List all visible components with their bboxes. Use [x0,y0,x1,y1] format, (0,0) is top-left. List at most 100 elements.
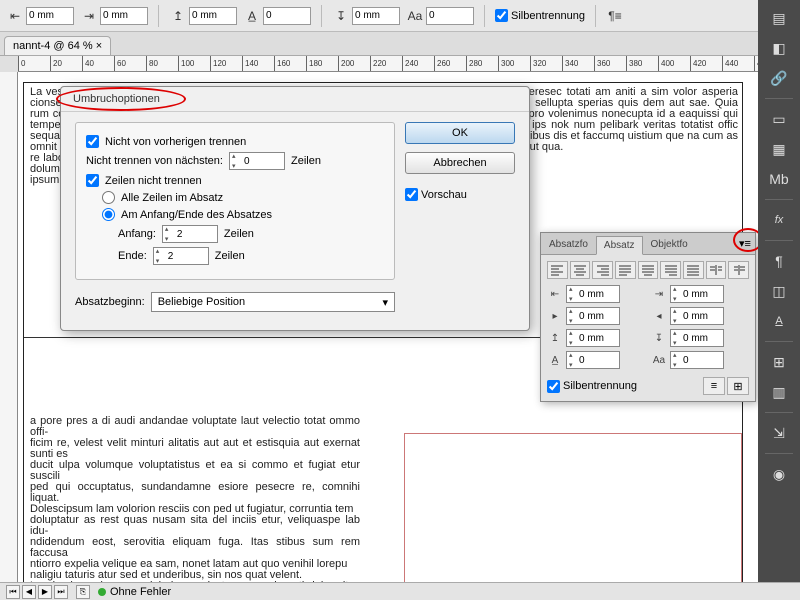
space-before-icon: ↥ [547,331,563,345]
drop-lines-icon: A̲ [547,353,563,367]
indent-right-icon: ⇥ [80,7,98,25]
text-wrap-icon[interactable]: ◉ [764,462,794,486]
preflight-status[interactable]: Ohne Fehler [98,586,171,598]
panel-first-line[interactable]: 0 mm [566,307,620,325]
cell-styles-icon[interactable]: ▥ [764,380,794,404]
align-away-spine-button[interactable] [728,261,749,279]
indent-right-icon: ⇥ [651,287,667,301]
ruler-horizontal[interactable]: 0204060801001201401601802002202402602803… [18,56,758,72]
minibridge-icon[interactable]: Mb [764,167,794,191]
first-line-icon: ▸ [547,309,563,323]
links-panel-icon[interactable]: 🔗 [764,66,794,90]
panel-indent-right[interactable]: 0 mm [670,285,724,303]
annotation-circle [56,87,186,111]
next-page-button[interactable]: ▶ [38,585,52,599]
panel-tabs: Absatzfo Absatz Objektfo ▾≡ [541,233,755,255]
panel-indent-left[interactable]: 0 mm [566,285,620,303]
chevron-down-icon: ▾ [382,296,388,309]
threaded-frame[interactable] [404,433,742,582]
tab-absatz[interactable]: Absatz [596,236,643,255]
ok-button[interactable]: OK [405,122,515,144]
start-lines-value[interactable]: 2 [162,225,218,243]
paragraph-styles-icon[interactable]: ¶ [764,249,794,273]
table-styles-icon[interactable]: ⊞ [764,350,794,374]
prev-page-button[interactable]: ◀ [22,585,36,599]
space-after-icon: ↧ [332,7,350,25]
first-page-button[interactable]: ⏮ [6,585,20,599]
hyphenation-checkbox[interactable] [495,9,508,22]
keep-next-value[interactable]: 0 [229,152,285,170]
effects-panel-icon[interactable]: fx [764,208,794,232]
hyphenation-label: Silbentrennung [511,10,585,22]
status-bar: ⏮ ◀ ▶ ⏭ ⎘ Ohne Fehler [0,582,800,600]
dropcap-chars-field[interactable] [426,7,474,25]
tab-objektformate[interactable]: Objektfo [643,235,696,254]
document-tab-title: nannt-4 @ 64 % × [13,40,102,52]
justify-right-button[interactable] [660,261,681,279]
swatches-panel-icon[interactable]: ▦ [764,137,794,161]
justify-all-button[interactable] [683,261,704,279]
hyphenation-toggle[interactable]: Silbentrennung [495,9,585,22]
space-before-icon: ↥ [169,7,187,25]
document-tab-bar: nannt-4 @ 64 % × [0,32,800,56]
page-nav: ⏮ ◀ ▶ ⏭ [6,585,68,599]
para-start-label: Absatzbeginn: [75,296,145,308]
align-center-button[interactable] [570,261,591,279]
space-after-field[interactable] [352,7,400,25]
para-style-icon[interactable]: ¶≡ [606,7,624,25]
space-before-field[interactable] [189,7,237,25]
options-bar: ⇤ ⇥ ↥ A̲ ↧ Aa Silbentrennung ¶≡ [0,0,800,32]
para-start-combo[interactable]: Beliebige Position ▾ [151,292,395,312]
document-tab[interactable]: nannt-4 @ 64 % × [4,36,111,55]
panel-space-after[interactable]: 0 mm [670,329,724,347]
align-right-button[interactable] [592,261,613,279]
layers-panel-icon[interactable]: ◧ [764,36,794,60]
end-lines-value[interactable]: 2 [153,247,209,265]
drop-chars-icon: Aa [651,353,667,367]
keep-with-previous[interactable]: Nicht von vorherigen trennen [86,135,384,148]
alignment-row [547,261,749,279]
panel-dock: ▤ ◧ 🔗 ▭ ▦ Mb fx ¶ ◫ A ⊞ ▥ ⇲ ◉ [758,0,800,582]
ruler-vertical[interactable] [0,72,18,582]
indent-left-icon: ⇤ [6,7,24,25]
keep-lines-together[interactable]: Zeilen nicht trennen [86,174,384,187]
dialog-titlebar[interactable]: Umbruchoptionen [61,87,529,112]
pages-panel-icon[interactable]: ▤ [764,6,794,30]
drop-cap-chars-icon: Aa [406,7,424,25]
all-lines-radio[interactable]: Alle Zeilen im Absatz [102,191,384,204]
paragraph-panel: Absatzfo Absatz Objektfo ▾≡ ⇤0 mm ⇥0 mm … [540,232,756,402]
stroke-panel-icon[interactable]: ▭ [764,107,794,131]
start-end-radio[interactable]: Am Anfang/Ende des Absatzes [102,208,384,221]
drop-cap-icon: A̲ [243,7,261,25]
panel-drop-chars[interactable]: 0 [670,351,724,369]
last-page-button[interactable]: ⏭ [54,585,68,599]
keep-options-dialog: Umbruchoptionen Nicht von vorherigen tre… [60,86,530,331]
align-left-button[interactable] [547,261,568,279]
panel-hyphenation[interactable]: Silbentrennung [547,380,637,393]
indent-left-icon: ⇤ [547,287,563,301]
panel-space-before[interactable]: 0 mm [566,329,620,347]
align-panel-icon[interactable]: ⇲ [764,421,794,445]
dropcap-lines-field[interactable] [263,7,311,25]
tab-absatzformate[interactable]: Absatzfo [541,235,596,254]
cancel-button[interactable]: Abbrechen [405,152,515,174]
keep-options-group: Nicht von vorherigen trennen Nicht trenn… [75,122,395,280]
baseline-grid-off-icon[interactable]: ≡ [703,377,725,395]
baseline-grid-on-icon[interactable]: ⊞ [727,377,749,395]
character-styles-icon[interactable]: A [764,309,794,333]
panel-last-line[interactable]: 0 mm [670,307,724,325]
indent-right-field[interactable] [100,7,148,25]
keep-next-label: Nicht trennen von nächsten: [86,155,223,167]
justify-left-button[interactable] [615,261,636,279]
object-styles-icon[interactable]: ◫ [764,279,794,303]
open-button[interactable]: ⎘ [76,585,90,599]
panel-drop-lines[interactable]: 0 [566,351,620,369]
text-lower: a pore pres a di audi andandae voluptate… [30,416,360,582]
status-ok-icon [98,588,106,596]
justify-center-button[interactable] [638,261,659,279]
space-after-icon: ↧ [651,331,667,345]
last-line-icon: ◂ [651,309,667,323]
indent-left-field[interactable] [26,7,74,25]
preview-toggle[interactable]: Vorschau [405,188,515,201]
align-spine-button[interactable] [706,261,727,279]
